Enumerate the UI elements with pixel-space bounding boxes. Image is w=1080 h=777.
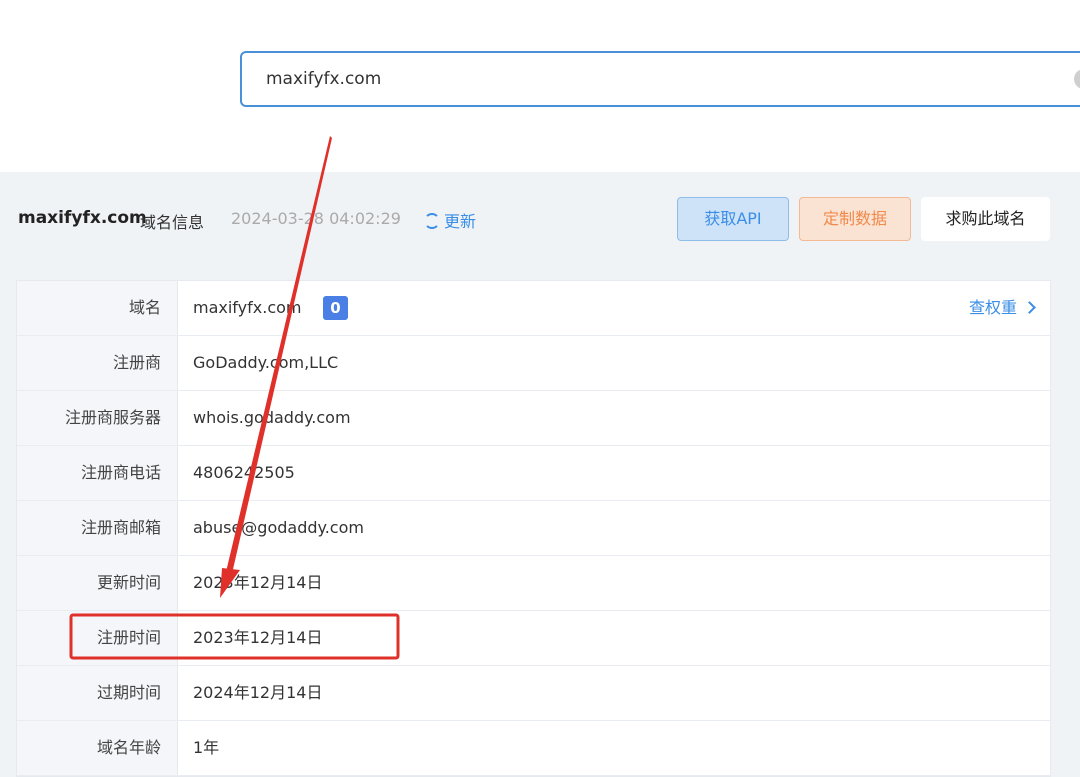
info-label: 注册商	[17, 336, 178, 390]
chevron-right-icon	[1023, 301, 1036, 314]
info-row-registrar-email: 注册商邮箱 abuse@godaddy.com	[17, 501, 1050, 556]
info-row-registrar-server: 注册商服务器 whois.godaddy.com	[17, 391, 1050, 446]
info-label: 过期时间	[17, 666, 178, 720]
info-label: 域名年龄	[17, 721, 178, 775]
info-row-updated: 更新时间 2023年12月14日	[17, 556, 1050, 611]
refresh-button[interactable]: 更新	[424, 208, 476, 232]
domain-title: maxifyfx.com	[18, 208, 147, 228]
get-api-button[interactable]: 获取API	[677, 197, 789, 241]
info-value: GoDaddy.com,LLC	[193, 353, 339, 372]
clear-search-icon[interactable]	[1074, 69, 1080, 89]
info-value: 2024年12月14日	[193, 683, 323, 702]
info-row-registered: 注册时间 2023年12月14日	[17, 611, 1050, 666]
page: maxifyfx.com 域名信息 2024-03-28 04:02:29 更新…	[0, 0, 1080, 777]
info-row-registrar-phone: 注册商电话 4806242505	[17, 446, 1050, 501]
info-row-registrar: 注册商 GoDaddy.com,LLC	[17, 336, 1050, 391]
info-value: 1年	[193, 738, 220, 757]
search-box[interactable]	[240, 51, 1080, 107]
info-value: maxifyfx.com	[193, 298, 302, 317]
info-row-domain: 域名 maxifyfx.com 0 查权重	[17, 281, 1050, 336]
weight-badge: 0	[323, 296, 348, 320]
info-value: abuse@godaddy.com	[193, 518, 364, 537]
buy-domain-button[interactable]: 求购此域名	[921, 197, 1050, 241]
info-label: 更新时间	[17, 556, 178, 610]
custom-data-button[interactable]: 定制数据	[799, 197, 911, 241]
info-value: 2023年12月14日	[193, 628, 323, 647]
info-label: 注册商电话	[17, 446, 178, 500]
panel-header: maxifyfx.com 域名信息 2024-03-28 04:02:29 更新…	[0, 172, 1080, 262]
query-timestamp: 2024-03-28 04:02:29	[231, 209, 401, 228]
refresh-label: 更新	[444, 212, 477, 231]
info-label: 域名	[17, 281, 178, 335]
domain-info-panel: maxifyfx.com 域名信息 2024-03-28 04:02:29 更新…	[0, 172, 1080, 777]
info-row-expiry: 过期时间 2024年12月14日	[17, 666, 1050, 721]
info-label: 注册商服务器	[17, 391, 178, 445]
info-value: whois.godaddy.com	[193, 408, 351, 427]
info-value: 2023年12月14日	[193, 573, 323, 592]
info-label: 注册商邮箱	[17, 501, 178, 555]
info-value: 4806242505	[193, 463, 295, 482]
check-weight-label: 查权重	[968, 298, 1017, 317]
info-label: 注册时间	[17, 611, 178, 665]
domain-title-suffix: 域名信息	[140, 213, 205, 232]
check-weight-link[interactable]: 查权重	[968, 281, 1036, 335]
search-input[interactable]	[266, 53, 1046, 105]
info-row-age: 域名年龄 1年	[17, 721, 1050, 776]
refresh-icon	[424, 213, 440, 229]
whois-info-table: 域名 maxifyfx.com 0 查权重 注册商 GoDaddy.com,LL…	[16, 280, 1051, 777]
